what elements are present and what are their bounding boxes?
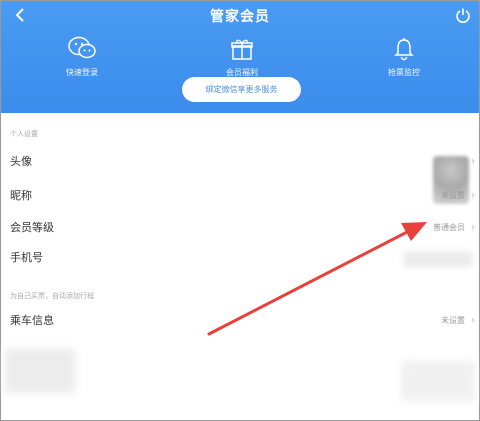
annotation-arrow-icon bbox=[207, 222, 427, 336]
